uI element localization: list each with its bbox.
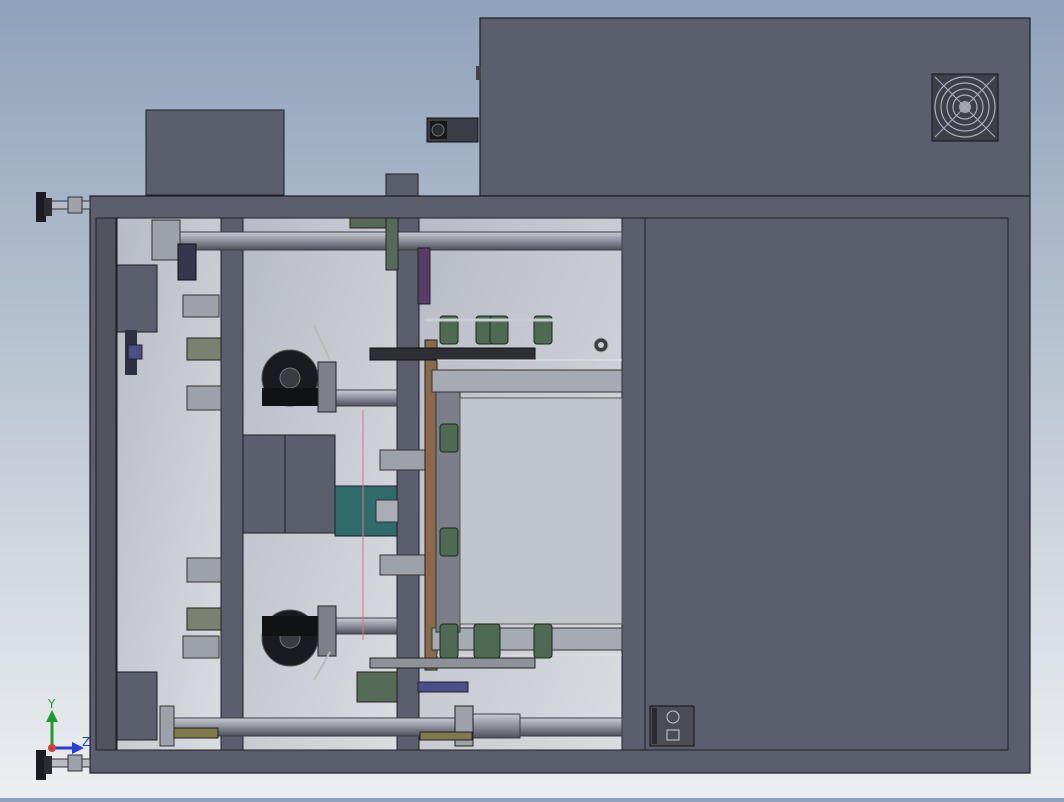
fan-grille-icon (931, 73, 999, 142)
axis-triad: Y Z (46, 697, 90, 754)
leveling-foot-top (36, 192, 91, 222)
drive-box (242, 434, 336, 534)
roller-bottom (169, 717, 623, 737)
roller-top (179, 231, 623, 251)
leveling-foot-bottom (36, 750, 91, 780)
axis-z-label: Z (82, 735, 90, 749)
side-panel (644, 217, 1009, 751)
axis-y-label: Y (47, 697, 56, 711)
control-box (145, 109, 285, 196)
machine-model[interactable]: Y Z (0, 0, 1064, 798)
cad-viewport[interactable]: Y Z (0, 0, 1064, 798)
power-switch-icon (649, 705, 695, 747)
